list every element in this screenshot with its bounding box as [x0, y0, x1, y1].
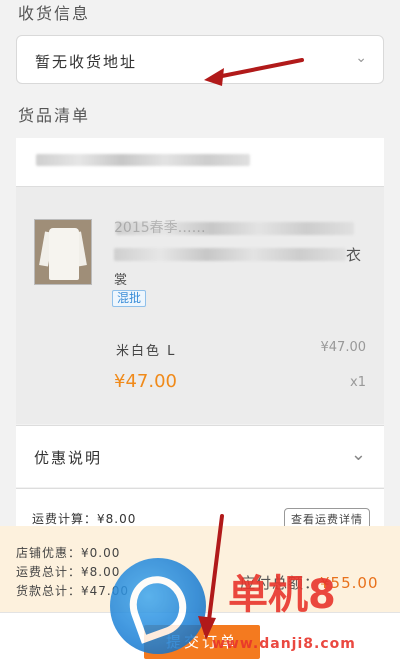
item-quantity: x1 — [350, 375, 366, 390]
product-title-line3: 裳 — [114, 273, 128, 288]
shipping-fee-label: 运费计算：¥8.00 — [32, 512, 137, 526]
chevron-down-icon: ⌄ — [355, 50, 367, 66]
chevron-down-icon: ⌄ — [350, 444, 366, 465]
order-item[interactable]: 2015春季…… 衣 裳 混批 米白色 L ¥47.00 ¥47.00 x1 — [16, 186, 384, 424]
product-title-line1: 2015春季…… — [114, 220, 206, 236]
product-title-line2-end: 衣 — [346, 246, 362, 264]
shipping-total-line: 运费总计：¥8.00 — [16, 565, 121, 579]
watermark-logo-icon — [110, 558, 206, 654]
watermark-name: 单机8 — [228, 572, 336, 618]
shop-discount-line: 店铺优惠：¥0.00 — [16, 546, 121, 560]
product-thumbnail[interactable] — [34, 219, 92, 285]
address-placeholder: 暂无收货地址 — [35, 53, 138, 71]
shipping-section-title: 收货信息 — [18, 4, 91, 23]
wholesale-tag: 混批 — [112, 290, 147, 307]
discount-info-row[interactable]: 优惠说明 ⌄ — [16, 425, 384, 487]
address-select[interactable]: 暂无收货地址 ⌄ — [16, 35, 384, 84]
goods-section-title: 货品清单 — [18, 106, 91, 125]
blurred-shop-name — [36, 154, 250, 166]
discount-label: 优惠说明 — [34, 449, 103, 467]
unit-price: ¥47.00 — [320, 340, 367, 355]
shipping-fee-row: 运费计算：¥8.00 查看运费详情 — [16, 488, 384, 530]
blurred-title-line2 — [114, 248, 346, 261]
watermark-url: www.danji8.com — [212, 636, 356, 652]
item-price: ¥47.00 — [114, 371, 177, 392]
shop-row — [16, 138, 384, 186]
product-spec: 米白色 L — [116, 344, 177, 359]
